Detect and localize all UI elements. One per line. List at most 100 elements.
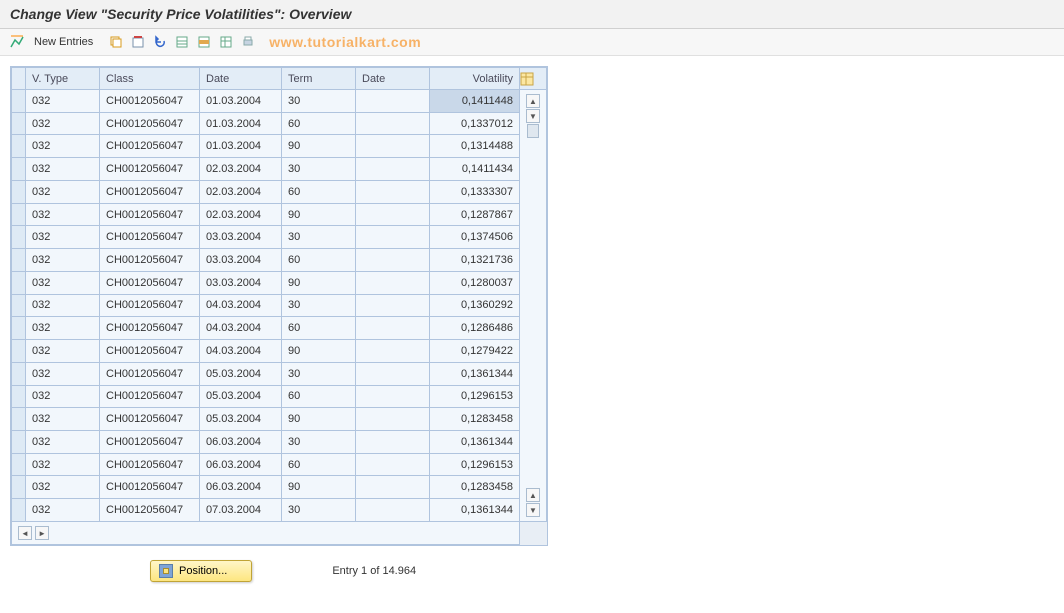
cell-vtype[interactable]: 032 [26, 385, 100, 408]
cell-date1[interactable]: 07.03.2004 [200, 499, 282, 522]
cell-date2[interactable] [356, 317, 430, 340]
row-marker[interactable] [12, 158, 26, 181]
table-row[interactable]: 032CH001205604701.03.200490 0,1314488 [12, 135, 547, 158]
cell-date1[interactable]: 06.03.2004 [200, 453, 282, 476]
table-row[interactable]: 032CH001205604702.03.2004600,1333307 [12, 180, 547, 203]
cell-volatility[interactable]: 0,1374506 [430, 226, 520, 249]
cell-class[interactable]: CH0012056047 [100, 476, 200, 499]
row-marker[interactable] [12, 226, 26, 249]
scroll-right-icon[interactable]: ► [35, 526, 49, 540]
row-marker[interactable] [12, 499, 26, 522]
row-marker[interactable] [12, 203, 26, 226]
cell-vtype[interactable]: 032 [26, 135, 100, 158]
cell-term[interactable]: 30 [282, 226, 356, 249]
cell-date2[interactable] [356, 271, 430, 294]
cell-vtype[interactable]: 032 [26, 90, 100, 113]
cell-volatility[interactable]: 0,1411448 [430, 90, 520, 113]
cell-term[interactable]: 60 [282, 317, 356, 340]
cell-date1[interactable]: 01.03.2004 [200, 112, 282, 135]
vertical-scrollbar[interactable]: ▲▼▲▼ [520, 90, 547, 522]
cell-term[interactable]: 60 [282, 385, 356, 408]
cell-volatility[interactable]: 0,1314488 [430, 135, 520, 158]
cell-volatility[interactable]: 0,1283458 [430, 476, 520, 499]
cell-date1[interactable]: 02.03.2004 [200, 158, 282, 181]
cell-class[interactable]: CH0012056047 [100, 385, 200, 408]
table-row[interactable]: 032CH001205604701.03.2004600,1337012 [12, 112, 547, 135]
cell-date2[interactable] [356, 158, 430, 181]
table-row[interactable]: 032CH001205604701.03.2004300,1411448▲▼▲▼ [12, 90, 547, 113]
cell-term[interactable]: 30 [282, 90, 356, 113]
delete-icon[interactable] [129, 33, 147, 51]
cell-class[interactable]: CH0012056047 [100, 453, 200, 476]
cell-volatility[interactable]: 0,1333307 [430, 180, 520, 203]
cell-class[interactable]: CH0012056047 [100, 431, 200, 454]
table-row[interactable]: 032CH001205604702.03.2004900,1287867 [12, 203, 547, 226]
cell-vtype[interactable]: 032 [26, 158, 100, 181]
cell-term[interactable]: 60 [282, 112, 356, 135]
cell-class[interactable]: CH0012056047 [100, 90, 200, 113]
cell-term[interactable]: 90 [282, 135, 356, 158]
table-row[interactable]: 032CH001205604705.03.2004600,1296153 [12, 385, 547, 408]
cell-class[interactable]: CH0012056047 [100, 135, 200, 158]
cell-date1[interactable]: 01.03.2004 [200, 90, 282, 113]
cell-term[interactable]: 30 [282, 431, 356, 454]
cell-vtype[interactable]: 032 [26, 294, 100, 317]
cell-date1[interactable]: 02.03.2004 [200, 180, 282, 203]
cell-vtype[interactable]: 032 [26, 408, 100, 431]
print-icon[interactable] [239, 33, 257, 51]
cell-volatility[interactable]: 0,1361344 [430, 431, 520, 454]
cell-date2[interactable] [356, 226, 430, 249]
row-marker[interactable] [12, 180, 26, 203]
cell-volatility[interactable]: 0,1296153 [430, 385, 520, 408]
cell-term[interactable]: 30 [282, 158, 356, 181]
scroll-up-icon[interactable]: ▲ [526, 94, 540, 108]
volatility-table[interactable]: V. Type Class Date Term Date Volatility … [11, 67, 547, 545]
cell-volatility[interactable]: 0,1361344 [430, 362, 520, 385]
row-marker[interactable] [12, 362, 26, 385]
cell-date2[interactable] [356, 180, 430, 203]
cell-date1[interactable]: 05.03.2004 [200, 362, 282, 385]
cell-term[interactable]: 30 [282, 499, 356, 522]
table-row[interactable]: 032CH001205604707.03.2004300,1361344 [12, 499, 547, 522]
table-row[interactable]: 032CH001205604703.03.2004600,1321736 [12, 249, 547, 272]
cell-date2[interactable] [356, 453, 430, 476]
cell-volatility[interactable]: 0,1286486 [430, 317, 520, 340]
cell-date1[interactable]: 04.03.2004 [200, 294, 282, 317]
cell-class[interactable]: CH0012056047 [100, 294, 200, 317]
scroll-down-icon[interactable]: ▼ [526, 109, 540, 123]
cell-class[interactable]: CH0012056047 [100, 408, 200, 431]
toggle-display-icon[interactable] [8, 33, 26, 51]
cell-term[interactable]: 90 [282, 203, 356, 226]
cell-date1[interactable]: 06.03.2004 [200, 476, 282, 499]
copy-icon[interactable] [107, 33, 125, 51]
cell-date2[interactable] [356, 499, 430, 522]
cell-vtype[interactable]: 032 [26, 476, 100, 499]
cell-vtype[interactable]: 032 [26, 180, 100, 203]
cell-class[interactable]: CH0012056047 [100, 499, 200, 522]
table-row[interactable]: 032CH001205604703.03.2004900,1280037 [12, 271, 547, 294]
cell-volatility[interactable]: 0,1361344 [430, 499, 520, 522]
cell-date2[interactable] [356, 90, 430, 113]
cell-date1[interactable]: 01.03.2004 [200, 135, 282, 158]
row-marker[interactable] [12, 294, 26, 317]
cell-date2[interactable] [356, 203, 430, 226]
cell-volatility[interactable]: 0,1279422 [430, 340, 520, 363]
cell-class[interactable]: CH0012056047 [100, 226, 200, 249]
cell-volatility[interactable]: 0,1287867 [430, 203, 520, 226]
cell-term[interactable]: 90 [282, 408, 356, 431]
row-marker[interactable] [12, 317, 26, 340]
cell-vtype[interactable]: 032 [26, 271, 100, 294]
table-row[interactable]: 032CH001205604704.03.2004900,1279422 [12, 340, 547, 363]
table-config-button[interactable] [520, 68, 547, 90]
cell-volatility[interactable]: 0,1280037 [430, 271, 520, 294]
col-header-date1[interactable]: Date [200, 68, 282, 90]
table-row[interactable]: 032CH001205604706.03.2004600,1296153 [12, 453, 547, 476]
cell-term[interactable]: 90 [282, 476, 356, 499]
cell-vtype[interactable]: 032 [26, 340, 100, 363]
row-marker[interactable] [12, 431, 26, 454]
cell-date1[interactable]: 04.03.2004 [200, 317, 282, 340]
table-row[interactable]: 032CH001205604703.03.2004300,1374506 [12, 226, 547, 249]
row-marker[interactable] [12, 249, 26, 272]
cell-date1[interactable]: 03.03.2004 [200, 271, 282, 294]
row-marker[interactable] [12, 340, 26, 363]
